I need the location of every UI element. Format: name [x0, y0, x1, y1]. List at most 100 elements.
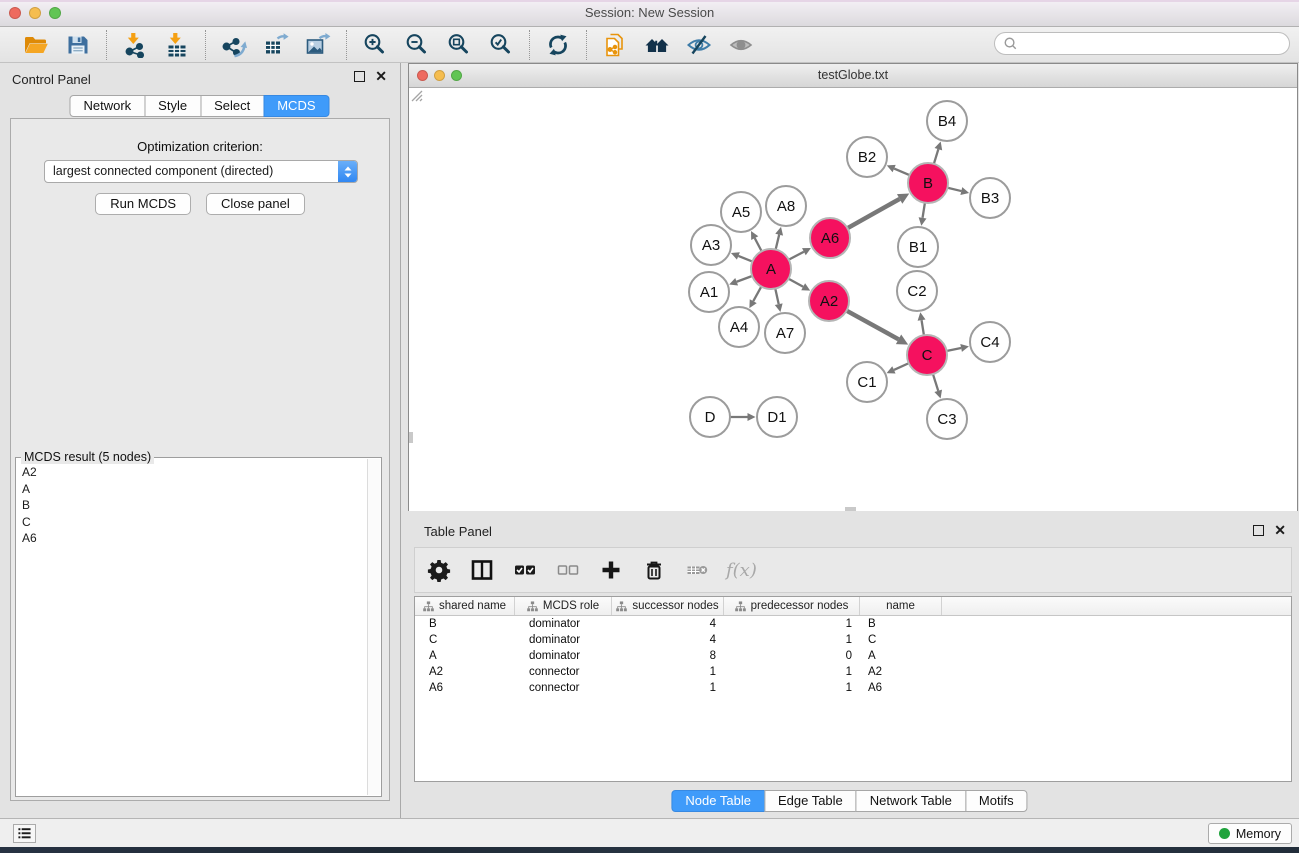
node-label-B3: B3 [981, 190, 999, 207]
zoom-selected-button[interactable] [486, 30, 516, 60]
node-label-B1: B1 [909, 239, 927, 256]
table-cell: 1 [612, 680, 724, 696]
mcds-result-list[interactable]: A2ABCA6 [17, 459, 367, 795]
tab-select[interactable]: Select [200, 95, 264, 117]
import-network-button[interactable] [120, 30, 150, 60]
mcds-result-item[interactable]: A6 [22, 530, 367, 547]
zoom-selected-icon [488, 32, 514, 58]
node-label-A6: A6 [821, 230, 839, 247]
close-panel-button[interactable]: Close panel [206, 193, 305, 215]
mcds-result-item[interactable]: B [22, 497, 367, 514]
hide-selected-button[interactable] [684, 30, 714, 60]
zoom-in-button[interactable] [360, 30, 390, 60]
delete-row-button[interactable] [640, 556, 668, 584]
table-panel: Table Panel ✕ f(x) shared nameMCDS roles… [401, 511, 1299, 818]
zoom-window-icon[interactable] [49, 7, 61, 19]
close-window-icon[interactable] [9, 7, 21, 19]
tab-motifs[interactable]: Motifs [965, 790, 1028, 812]
tab-edge-table[interactable]: Edge Table [764, 790, 857, 812]
network-minimize-icon[interactable] [434, 70, 445, 81]
graph-edge-A6-B[interactable] [846, 199, 900, 229]
zoom-out-button[interactable] [402, 30, 432, 60]
export-image-button[interactable] [303, 30, 333, 60]
export-table-button[interactable] [261, 30, 291, 60]
refresh-layout-button[interactable] [543, 30, 573, 60]
tab-network[interactable]: Network [69, 95, 145, 117]
function-builder-icon: f(x) [726, 560, 757, 581]
search-icon [1003, 36, 1018, 51]
result-scrollbar[interactable] [367, 459, 380, 795]
toggle-column-button[interactable] [468, 556, 496, 584]
mcds-result-item[interactable]: C [22, 514, 367, 531]
column-header-name[interactable]: name [860, 597, 942, 615]
select-all-button[interactable] [511, 556, 539, 584]
edge-arrowhead-icon [748, 413, 756, 421]
network-zoom-icon[interactable] [451, 70, 462, 81]
sort-tree-icon [735, 601, 746, 612]
close-table-panel-icon[interactable]: ✕ [1274, 525, 1286, 536]
show-panels-button[interactable] [13, 824, 36, 843]
run-mcds-button[interactable]: Run MCDS [95, 193, 191, 215]
tab-network-table[interactable]: Network Table [856, 790, 966, 812]
column-header-MCDS-role[interactable]: MCDS role [515, 597, 612, 615]
mcds-result-item[interactable]: A [22, 481, 367, 498]
close-panel-icon[interactable]: ✕ [375, 71, 387, 82]
search-input[interactable] [1023, 37, 1281, 51]
tab-node-table[interactable]: Node Table [671, 790, 765, 812]
column-header-shared-name[interactable]: shared name [415, 597, 515, 615]
canvas-vscroll-thumb[interactable] [409, 432, 413, 443]
export-network-icon [221, 32, 247, 58]
table-cell: 1 [612, 664, 724, 680]
node-label-A5: A5 [732, 204, 750, 221]
node-label-A2: A2 [820, 293, 838, 310]
mcds-result-box: MCDS result (5 nodes) A2ABCA6 [15, 457, 382, 797]
show-all-icon [728, 32, 754, 58]
status-bar: Memory [0, 818, 1299, 847]
minimize-window-icon[interactable] [29, 7, 41, 19]
search-input-wrapper[interactable] [994, 32, 1290, 55]
add-column-button[interactable] [597, 556, 625, 584]
node-label-B2: B2 [858, 149, 876, 166]
graph-edge-A2-C[interactable] [845, 310, 899, 340]
home-view-button[interactable] [642, 30, 672, 60]
network-canvas[interactable]: B4B2BB3A8A5A6A3B1AA1C2A2A4A7C4CC1DD1C3 [409, 88, 1297, 511]
memory-status-icon [1219, 828, 1230, 839]
application-window: Session: New Session Control Panel ✕ Net… [0, 0, 1299, 853]
column-header-successor-nodes[interactable]: successor nodes [612, 597, 724, 615]
node-label-C1: C1 [857, 374, 876, 391]
node-label-C: C [922, 347, 933, 364]
node-label-A7: A7 [776, 325, 794, 342]
network-close-icon[interactable] [417, 70, 428, 81]
network-window-titlebar: testGlobe.txt [409, 64, 1297, 88]
table-row[interactable]: Bdominator41B [415, 616, 1291, 632]
export-network-button[interactable] [219, 30, 249, 60]
table-row[interactable]: A6connector11A6 [415, 680, 1291, 696]
column-header-predecessor-nodes[interactable]: predecessor nodes [724, 597, 860, 615]
function-builder-button: f(x) [726, 556, 757, 584]
zoom-fit-button[interactable] [444, 30, 474, 60]
criterion-select[interactable]: largest connected component (directed) [44, 160, 358, 183]
show-all-button[interactable] [726, 30, 756, 60]
table-row[interactable]: Adominator80A [415, 648, 1291, 664]
delete-column-button [683, 556, 711, 584]
export-image-icon [305, 32, 331, 58]
import-table-button[interactable] [162, 30, 192, 60]
settings-gear-button[interactable] [425, 556, 453, 584]
mcds-result-item[interactable]: A2 [22, 464, 367, 481]
home-view-icon [644, 32, 670, 58]
deselect-all-button[interactable] [554, 556, 582, 584]
open-file-button[interactable] [21, 30, 51, 60]
resize-grip-icon[interactable] [409, 88, 423, 102]
save-session-button[interactable] [63, 30, 93, 60]
table-row[interactable]: A2connector11A2 [415, 664, 1291, 680]
float-table-panel-icon[interactable] [1253, 525, 1264, 536]
memory-button[interactable]: Memory [1208, 823, 1292, 844]
float-panel-icon[interactable] [354, 71, 365, 82]
open-file-icon [23, 32, 49, 58]
tab-style[interactable]: Style [144, 95, 201, 117]
table-cell: A6 [415, 680, 515, 696]
copy-network-button[interactable] [600, 30, 630, 60]
zoom-out-icon [404, 32, 430, 58]
table-row[interactable]: Cdominator41C [415, 632, 1291, 648]
tab-mcds[interactable]: MCDS [263, 95, 329, 117]
